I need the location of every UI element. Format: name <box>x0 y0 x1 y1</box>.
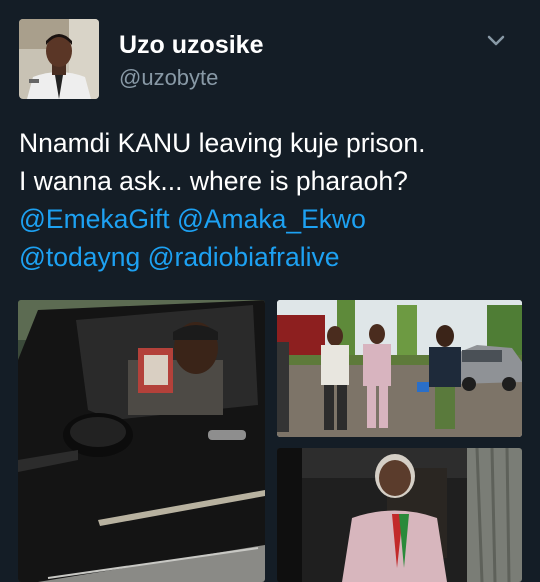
mention-link[interactable]: @EmekaGift <box>19 204 170 234</box>
mention-line: @EmekaGift @Amaka_Ekwo <box>19 200 524 238</box>
mention-link[interactable]: @todayng <box>19 242 140 272</box>
avatar[interactable] <box>19 19 99 99</box>
photo-prison-yard[interactable] <box>277 300 522 437</box>
mention-link[interactable]: @Amaka_Ekwo <box>177 204 366 234</box>
photo-seated-man[interactable] <box>277 448 522 582</box>
tweet-text: Nnamdi KANU leaving kuje prison. I wanna… <box>19 124 524 276</box>
tweet-text-line: I wanna ask... where is pharaoh? <box>19 166 408 196</box>
tweet-card[interactable]: Uzo uzosike @uzobyte Nnamdi KANU leaving… <box>0 0 540 582</box>
mention-line: @todayng @radiobiafralive <box>19 238 524 276</box>
user-handle[interactable]: @uzobyte <box>119 65 218 91</box>
photo-car-driver[interactable] <box>18 300 265 582</box>
tweet-text-line: Nnamdi KANU leaving kuje prison. <box>19 128 426 158</box>
chevron-down-icon[interactable] <box>486 34 506 48</box>
mention-link[interactable]: @radiobiafralive <box>148 242 340 272</box>
display-name[interactable]: Uzo uzosike <box>119 31 263 60</box>
